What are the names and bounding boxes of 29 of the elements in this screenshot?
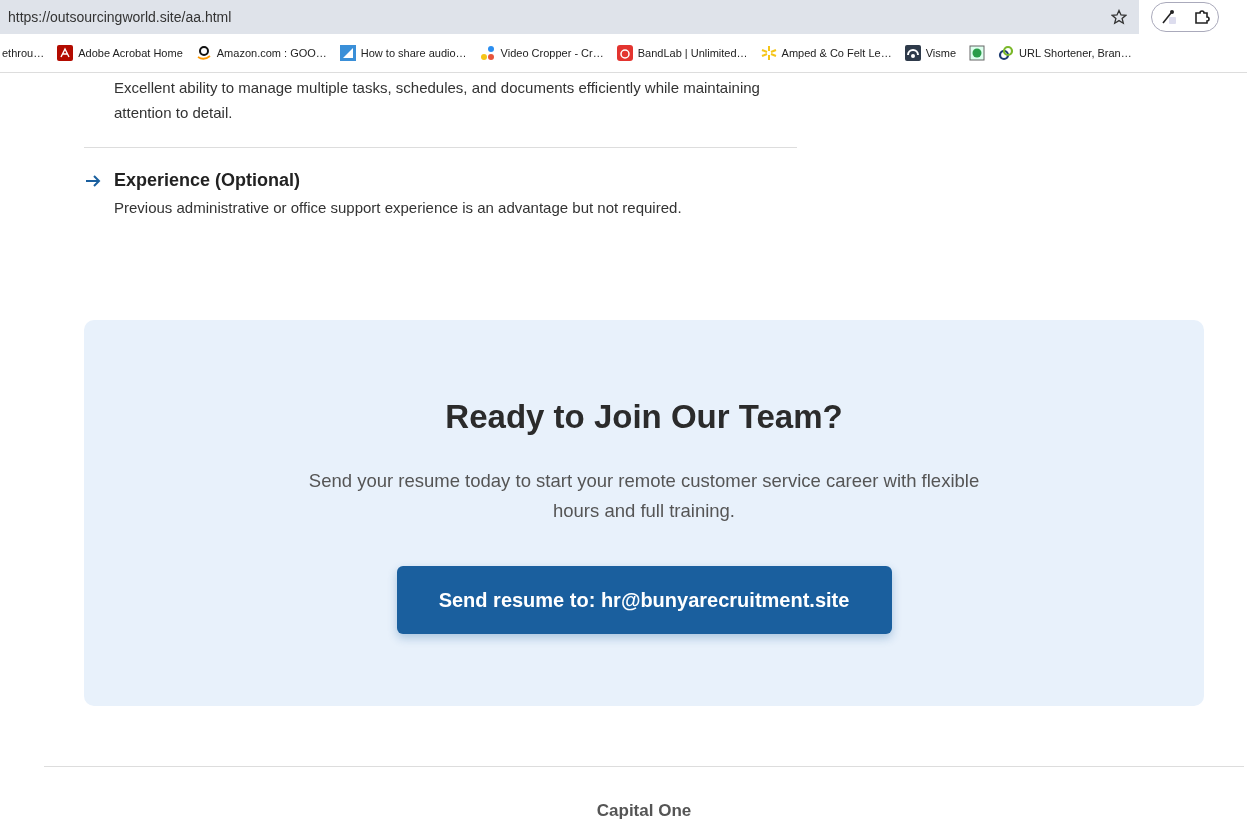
- gauge-icon: [904, 45, 921, 61]
- send-resume-button[interactable]: Send resume to: hr@bunyarecruitment.site: [396, 566, 892, 634]
- smile-icon: [195, 45, 212, 61]
- bookmark[interactable]: URL Shortener, Bran…: [998, 45, 1132, 61]
- globe-icon: [969, 45, 986, 61]
- bookmark[interactable]: Visme: [904, 45, 957, 61]
- cta-text: Send your resume today to start your remote customer service career with flexible hours and full training.: [307, 469, 981, 523]
- document-icon: [57, 45, 74, 61]
- bookmark[interactable]: How to share audio…: [339, 45, 467, 61]
- bookmark[interactable]: Video Cropper - Cr…: [479, 45, 604, 61]
- requirement-text: Previous administrative or office support experience is an advantage but not required.: [114, 198, 683, 218]
- requirement-title: Experience (Optional): [114, 170, 302, 191]
- url-text: https://outsourcingworld.site/aa.html: [8, 9, 233, 25]
- puzzle-icon[interactable]: [1192, 8, 1211, 26]
- bookmark[interactable]: BandLab | Unlimited…: [616, 45, 748, 61]
- bookmark[interactable]: Adobe Acrobat Home: [57, 45, 183, 61]
- cta-heading: Ready to Join Our Team?: [445, 398, 843, 436]
- bookmark[interactable]: [969, 45, 986, 61]
- bookmark[interactable]: Amazon.com : GOO…: [195, 45, 327, 61]
- footer-brand: Capital One: [596, 801, 692, 821]
- eyedropper-icon[interactable]: [1159, 8, 1178, 26]
- triangle-icon: [339, 45, 356, 61]
- dots-icon: [479, 45, 496, 61]
- bookmark[interactable]: Amped & Co Felt Le…: [760, 45, 892, 61]
- star-icon[interactable]: [1111, 9, 1127, 25]
- spark-icon: [760, 45, 777, 61]
- bookmark[interactable]: ethrou…: [2, 47, 45, 59]
- link-icon: [998, 45, 1015, 61]
- requirement-text: Excellent ability to manage multiple tasks, schedules, and documents efficiently while maintaining attention to detail.: [114, 78, 761, 123]
